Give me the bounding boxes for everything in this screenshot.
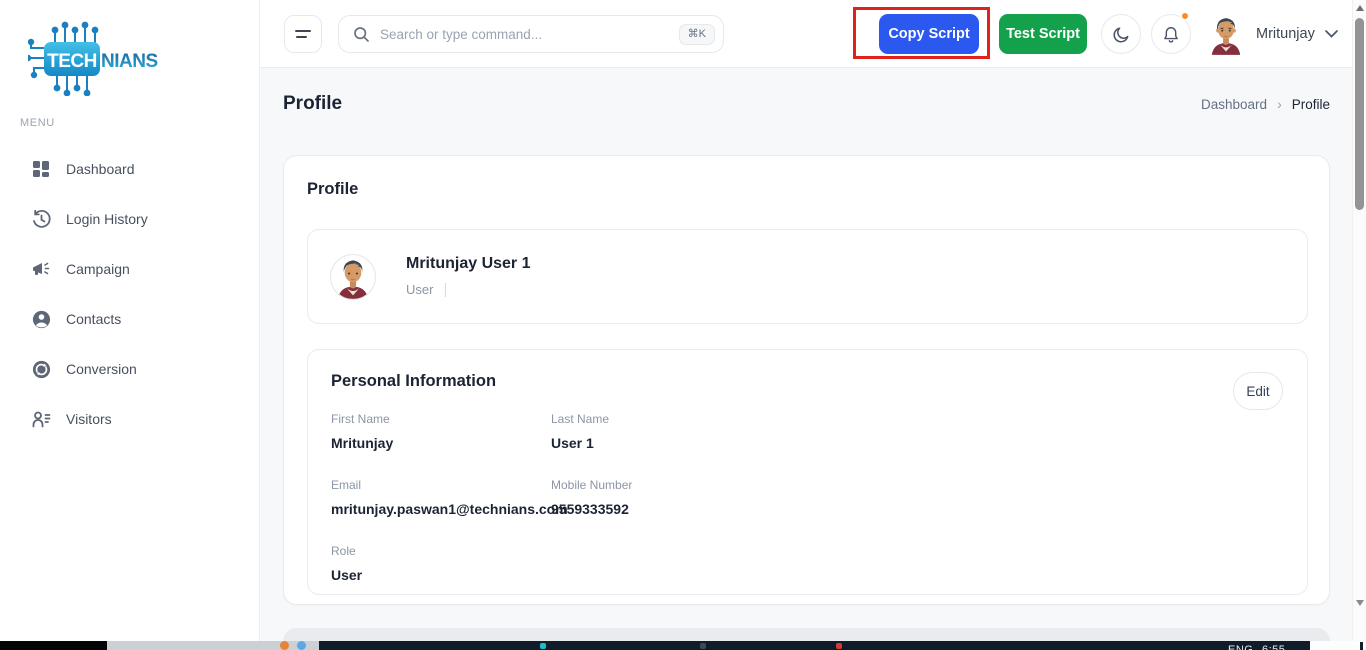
moon-icon	[1112, 25, 1131, 44]
technians-logo[interactable]: TECH NIANS	[28, 18, 188, 96]
conversion-arrows-icon	[30, 358, 52, 380]
vertical-scrollbar[interactable]	[1352, 0, 1366, 641]
menu-toggle-icon	[295, 30, 311, 32]
sidebar-toggle-button[interactable]	[284, 15, 322, 53]
scrollbar-down-arrow[interactable]	[1356, 600, 1364, 606]
user-dropdown[interactable]: Mritunjay	[1256, 0, 1338, 68]
taskbar-time: 6:55	[1262, 644, 1285, 650]
edit-button[interactable]: Edit	[1233, 372, 1283, 410]
breadcrumb-separator-icon: ›	[1277, 96, 1282, 112]
sidebar-nav: Dashboard Login History	[0, 144, 260, 444]
sidebar: TECH NIANS MENU Dashboard	[0, 0, 260, 641]
profile-card: Profile Mritunjay User 1	[283, 155, 1330, 605]
sidebar-item-conversion[interactable]: Conversion	[0, 344, 260, 394]
profile-card-heading: Profile	[307, 180, 358, 199]
logo-text-tech: TECH	[47, 51, 97, 72]
personal-info-fields: First Name Mritunjay Last Name User 1 Em…	[331, 412, 632, 583]
search-bar[interactable]: ⌘K	[338, 15, 724, 53]
user-summary-card: Mritunjay User 1 User	[307, 229, 1308, 324]
profile-avatar	[330, 254, 376, 300]
user-name-label: Mritunjay	[1256, 26, 1315, 42]
user-avatar[interactable]	[1206, 13, 1246, 55]
page-title: Profile	[283, 93, 342, 115]
taskbar-language: ENG	[1228, 644, 1253, 650]
scrollbar-thumb[interactable]	[1355, 18, 1364, 210]
profile-user-role: User	[406, 283, 446, 297]
sidebar-item-campaign[interactable]: Campaign	[0, 244, 260, 294]
field-first-name: First Name Mritunjay	[331, 412, 551, 451]
field-mobile-number: Mobile Number 9559333592	[551, 478, 632, 517]
bell-icon	[1162, 25, 1180, 44]
field-last-name: Last Name User 1	[551, 412, 632, 451]
taskbar-app-icon	[297, 641, 306, 650]
sidebar-item-label: Visitors	[66, 411, 112, 427]
personal-information-card: Personal Information Edit First Name Mri…	[307, 349, 1308, 595]
chevron-down-icon	[1325, 30, 1338, 38]
taskbar-app-icon	[280, 641, 289, 650]
sidebar-item-login-history[interactable]: Login History	[0, 194, 260, 244]
test-script-button[interactable]: Test Script	[999, 14, 1087, 54]
profile-user-name: Mritunjay User 1	[406, 255, 530, 273]
search-icon	[353, 26, 370, 43]
logo-text-nians: NIANS	[101, 51, 158, 72]
contact-person-icon	[30, 308, 52, 330]
sidebar-item-label: Dashboard	[66, 161, 135, 177]
dashboard-grid-icon	[30, 158, 52, 180]
field-role: Role User	[331, 544, 551, 583]
visitors-person-list-icon	[30, 408, 52, 430]
scrollbar-up-arrow[interactable]	[1356, 5, 1364, 11]
notification-badge-dot	[1180, 11, 1190, 21]
personal-information-heading: Personal Information	[331, 372, 496, 391]
menu-section-label: MENU	[20, 117, 55, 129]
sidebar-item-visitors[interactable]: Visitors	[0, 394, 260, 444]
megaphone-icon	[30, 258, 52, 280]
sidebar-item-dashboard[interactable]: Dashboard	[0, 144, 260, 194]
copy-script-button[interactable]: Copy Script	[879, 14, 979, 54]
app-window: TECH NIANS MENU Dashboard	[0, 0, 1366, 650]
top-header-bar: ⌘K Copy Script Test Script	[260, 0, 1352, 68]
next-card-peek	[283, 628, 1330, 641]
sidebar-item-label: Login History	[66, 211, 148, 227]
breadcrumb: Dashboard › Profile	[1201, 96, 1330, 112]
main-content: Profile Dashboard › Profile Profile	[260, 68, 1352, 650]
search-input[interactable]	[380, 27, 679, 42]
sidebar-item-label: Conversion	[66, 361, 137, 377]
field-email: Email mritunjay.paswan1@technians.com	[331, 478, 551, 517]
sidebar-item-label: Contacts	[66, 311, 121, 327]
search-shortcut-badge: ⌘K	[679, 24, 715, 45]
sidebar-item-contacts[interactable]: Contacts	[0, 294, 260, 344]
breadcrumb-current: Profile	[1292, 97, 1330, 112]
os-taskbar-peek: ENG 6:55	[0, 641, 1366, 650]
history-clock-icon	[30, 208, 52, 230]
technians-logo-graphic: TECH NIANS	[28, 18, 188, 96]
breadcrumb-dashboard-link[interactable]: Dashboard	[1201, 97, 1267, 112]
dark-mode-toggle[interactable]	[1101, 14, 1141, 54]
sidebar-item-label: Campaign	[66, 261, 130, 277]
